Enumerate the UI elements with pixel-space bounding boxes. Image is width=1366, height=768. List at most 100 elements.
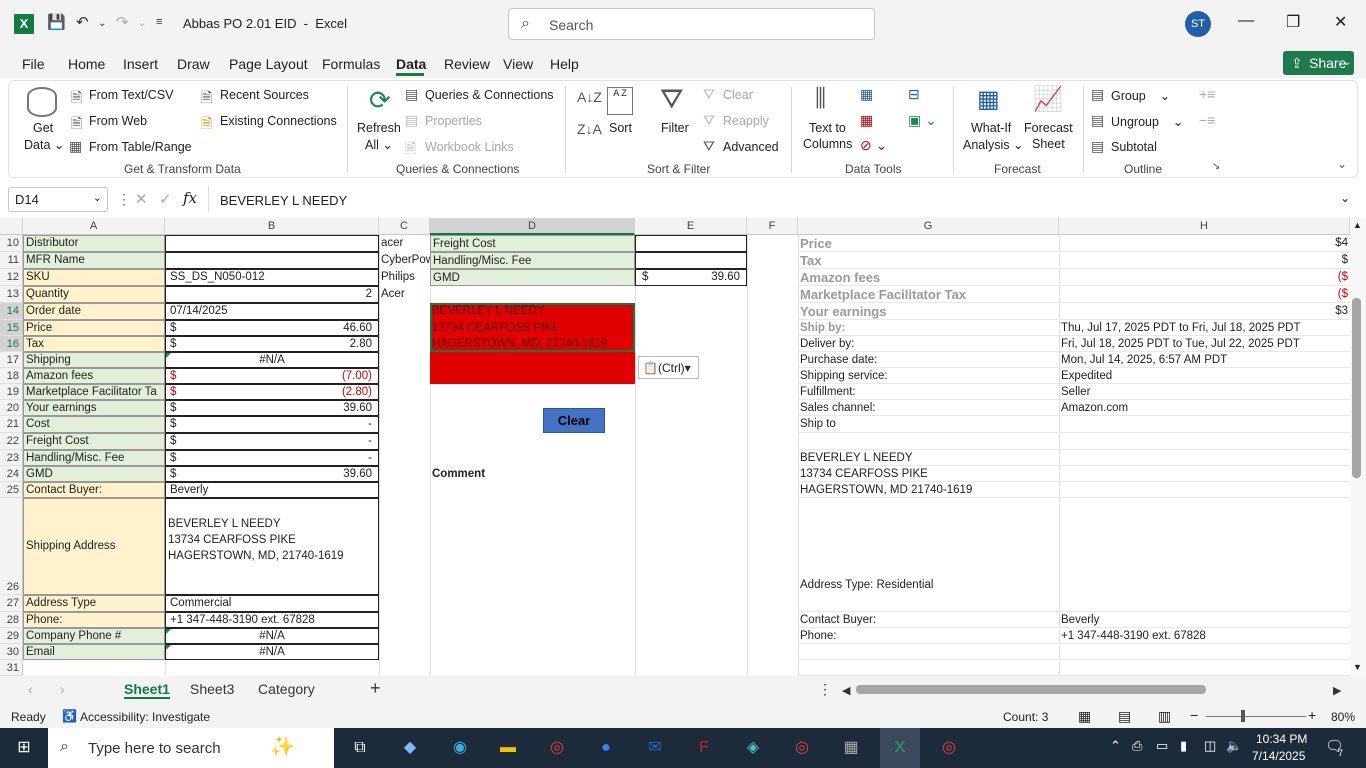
redo-icon[interactable]: ↷ [116,13,129,31]
cell-g[interactable]: Phone: [798,628,1059,644]
chrome-profile-icon[interactable]: ◎ [782,728,822,768]
cell-b[interactable]: +1 347-448-3190 ext. 67828 [165,612,379,628]
cell-g[interactable]: Ship to [798,416,1059,433]
cell-a[interactable]: Price [23,320,165,336]
column-header-g[interactable]: G [798,218,1059,235]
enter-icon[interactable]: ✓ [159,190,172,208]
sort-button[interactable]: Sort [609,121,632,135]
app-diamond-icon[interactable]: ◈ [733,728,773,768]
filter-button[interactable]: Filter [661,121,689,135]
name-box[interactable]: D14 ⌄ [8,187,108,212]
refresh-all-label-2[interactable]: All ⌄ [365,137,393,152]
outlook-icon[interactable]: ✉ [635,728,675,768]
cell-g[interactable] [798,644,1059,660]
row-header[interactable]: 15 [0,320,23,336]
menu-insert[interactable]: Insert [123,56,158,72]
menu-home[interactable]: Home [68,56,105,72]
existing-connections-button[interactable]: Existing Connections [220,114,337,128]
clock-date[interactable]: 7/14/2025 [1252,749,1305,763]
row-header[interactable]: 17 [0,352,23,368]
cell-g[interactable]: Marketplace Facilitator Tax [798,286,1059,303]
cell-g-address-type[interactable]: Address Type: Residential [798,578,1059,594]
cancel-icon[interactable]: ✕ [135,190,148,208]
cell-h[interactable] [1059,482,1350,498]
row-header[interactable]: 31 [0,660,23,676]
tray-screen-icon[interactable]: ▭ [1156,738,1168,754]
cell-h[interactable]: Expedited [1059,368,1350,384]
share-button[interactable]: ⇪ Share ⌄ [1283,51,1354,75]
flash-fill-icon[interactable]: ▦ [860,86,873,103]
page-break-view-icon[interactable]: ▥ [1158,708,1171,725]
cell-a[interactable]: Order date [23,303,165,320]
zoom-app-icon[interactable]: ● [586,728,626,768]
user-avatar[interactable]: ST [1185,11,1211,37]
row-header[interactable]: 27 [0,595,23,612]
menu-file[interactable]: File [22,56,45,72]
close-icon[interactable]: ✕ [1334,12,1347,32]
cell-b[interactable]: $ - [165,416,379,433]
undo-dropdown-icon[interactable]: ⌄ [98,18,106,29]
add-sheet-icon[interactable]: + [370,678,381,699]
ungroup-button[interactable]: Ungroup ⌄ [1111,114,1183,129]
consolidate-icon[interactable]: ⊟ [908,86,920,103]
from-web-button[interactable]: From Web [89,114,147,128]
sheet-tab-sheet1[interactable]: Sheet1 [124,681,170,699]
clear-filter-button[interactable]: Clear [723,88,753,102]
cell-g[interactable]: Fulfillment: [798,384,1059,400]
accessibility-status[interactable]: Accessibility: Investigate [80,710,210,724]
cell-d-red-fill[interactable] [430,352,635,368]
menu-formulas[interactable]: Formulas [322,56,380,72]
cell-h[interactable]: ($ [1059,269,1350,286]
properties-button[interactable]: Properties [425,114,482,128]
cell-a[interactable]: Quantity [23,286,165,303]
vertical-scrollbar[interactable]: ▲ ▼ [1350,218,1366,676]
save-icon[interactable]: 💾 [47,13,66,31]
group-button[interactable]: Group ⌄ [1111,88,1170,103]
cell-a[interactable]: Shipping [23,352,165,368]
tray-chevron-icon[interactable]: ⌃ [1110,738,1121,754]
undo-icon[interactable]: ↶ [76,13,89,31]
customize-toolbar-icon[interactable]: ≡ [156,16,162,28]
cell-h[interactable] [1059,644,1350,660]
get-data-label[interactable]: Get [33,121,53,135]
cell-g[interactable]: Your earnings [798,303,1059,320]
column-header-c[interactable]: C [379,218,430,235]
cell-b[interactable] [165,252,379,269]
cell-d[interactable]: GMD [430,269,635,286]
cell-h[interactable] [1059,466,1350,482]
cell-c[interactable]: Philips [379,269,430,286]
row-header[interactable]: 19 [0,384,23,400]
row-header[interactable]: 26 [0,498,23,595]
cell-c[interactable]: CyberPow [379,252,430,269]
reapply-button[interactable]: Reapply [723,114,769,128]
cell-a[interactable]: Address Type [23,595,165,612]
column-header-f[interactable]: F [747,218,798,235]
cell-d-red-fill[interactable] [430,368,635,384]
cell-g[interactable]: BEVERLEY L NEEDY [798,450,1059,466]
windows-start-icon[interactable]: ⊞ [4,728,44,768]
sort-asc-icon[interactable]: A↓Z [577,89,602,105]
cell-b[interactable]: 07/14/2025 [165,303,379,320]
menu-draw[interactable]: Draw [177,56,210,72]
cell-a[interactable]: GMD [23,466,165,482]
workbook-links-button[interactable]: Workbook Links [425,140,514,154]
search-box[interactable]: ⌕ Search [508,8,875,40]
zoom-out-icon[interactable]: − [1190,707,1198,723]
cell-h[interactable]: Seller [1059,384,1350,400]
cell-b[interactable]: #N/A [165,628,379,644]
row-header[interactable]: 12 [0,269,23,286]
cell-g[interactable]: Contact Buyer: [798,612,1059,628]
cell-h[interactable] [1059,433,1350,450]
cell-b[interactable]: Beverly [165,482,379,498]
cell-a[interactable]: Cost [23,416,165,433]
selection-range[interactable] [430,303,635,352]
zoom-level[interactable]: 80% [1331,710,1355,724]
text-to-columns-label-2[interactable]: Columns [803,137,852,151]
scroll-right-icon[interactable]: ▶ [1333,684,1341,697]
from-text-csv-button[interactable]: From Text/CSV [89,88,174,102]
accessibility-icon[interactable]: ♿ [62,709,77,723]
task-view-icon[interactable]: ⧉ [340,728,380,768]
scroll-left-icon[interactable]: ◀ [842,684,850,697]
row-header[interactable]: 28 [0,612,23,628]
paste-options-button[interactable]: 📋(Ctrl)▾ [638,356,699,379]
